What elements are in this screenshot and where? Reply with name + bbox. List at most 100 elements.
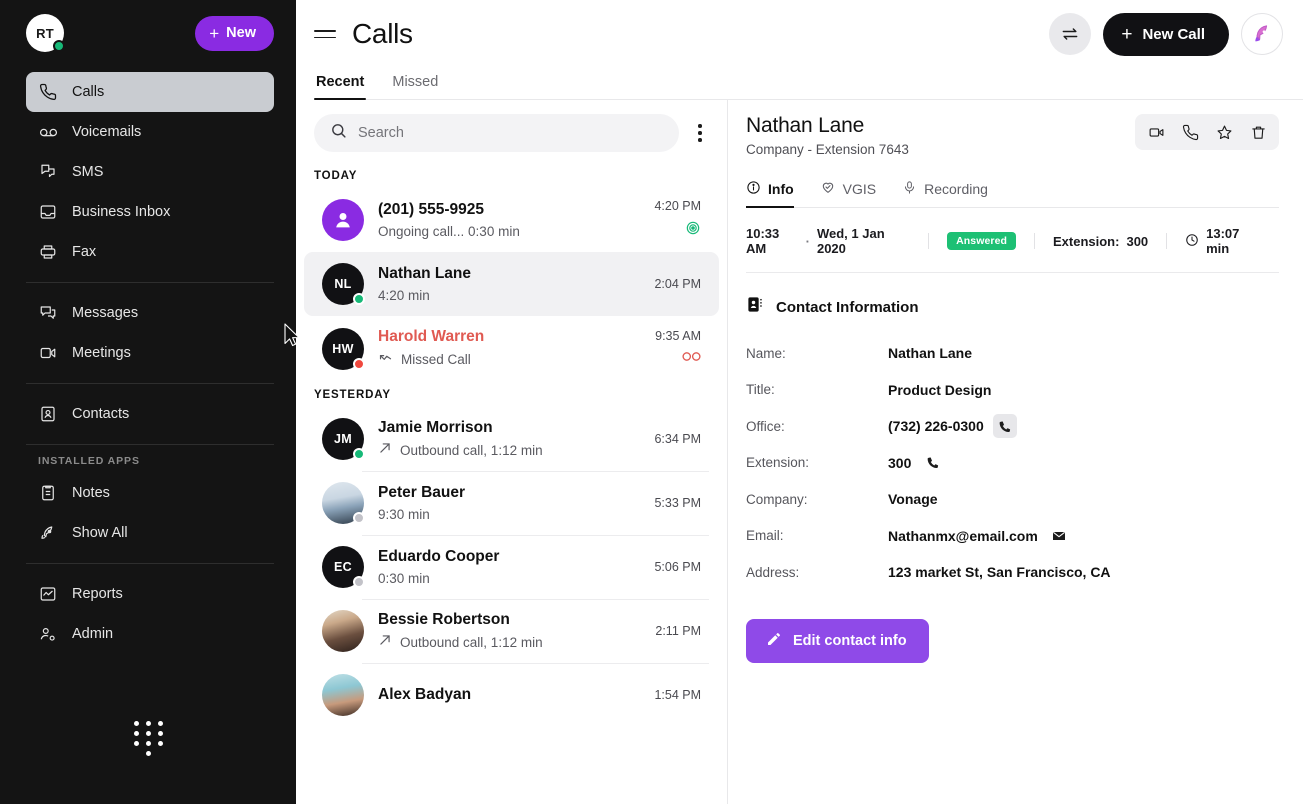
call-duration: 13:07 min	[1206, 226, 1240, 256]
section-title: Contact Information	[776, 298, 919, 316]
tab-recording[interactable]: Recording	[902, 179, 988, 208]
field-label: Office:	[746, 418, 785, 434]
more-options-icon[interactable]	[687, 118, 713, 148]
transfer-icon[interactable]	[1049, 13, 1092, 55]
call-time: 10:33 AM	[746, 226, 780, 256]
call-datetime: 10:33 AM · Wed, 1 Jan 2020	[746, 226, 928, 256]
contact-action-bar	[1135, 114, 1279, 150]
sidebar: RT + New Calls Voicemails SMS Business I…	[0, 0, 296, 804]
star-icon[interactable]	[1209, 119, 1239, 145]
call-sub-text: 9:30 min	[378, 506, 430, 522]
call-time: 9:35 AM	[655, 329, 701, 343]
field-value: 300	[888, 454, 912, 471]
list-item[interactable]: Bessie Robertson Outbound call, 1:12 min…	[304, 599, 719, 663]
sidebar-item-admin[interactable]: Admin	[26, 614, 274, 654]
installed-apps-label: INSTALLED APPS	[38, 455, 140, 467]
sidebar-item-calls[interactable]: Calls	[26, 72, 274, 112]
search-input[interactable]	[358, 125, 663, 141]
detail-header: Nathan Lane Company - Extension 7643	[746, 114, 1279, 157]
call-time: 4:20 PM	[654, 199, 701, 213]
new-button[interactable]: + New	[195, 15, 274, 51]
hamburger-menu-icon[interactable]	[314, 22, 338, 46]
edit-contact-info-button[interactable]: Edit contact info	[746, 618, 929, 663]
field-label: Company:	[746, 491, 808, 507]
tab-info[interactable]: Info	[746, 179, 794, 208]
sidebar-item-fax[interactable]: Fax	[26, 232, 274, 272]
sidebar-item-sms[interactable]: SMS	[26, 152, 274, 192]
sidebar-item-contacts[interactable]: Contacts	[26, 394, 274, 434]
tab-label: Recording	[924, 180, 988, 197]
contacts-icon	[38, 404, 58, 424]
list-item-meta: 2:04 PM	[654, 277, 701, 291]
trash-icon[interactable]	[1243, 119, 1273, 145]
list-item-meta: 2:11 PM	[655, 624, 701, 638]
call-name: Eduardo Cooper	[378, 547, 500, 565]
video-icon[interactable]	[1141, 119, 1171, 145]
mail-icon[interactable]	[1047, 524, 1071, 548]
tab-missed[interactable]: Missed	[390, 68, 440, 100]
contact-subtitle: Company - Extension 7643	[746, 142, 909, 157]
tab-vgis[interactable]: VGIS	[820, 179, 876, 208]
call-office-phone-icon[interactable]	[992, 414, 1017, 439]
tab-label: Info	[768, 180, 794, 197]
sidebar-item-meetings[interactable]: Meetings	[26, 333, 274, 373]
list-item[interactable]: EC Eduardo Cooper 0:30 min 5:06 PM	[304, 535, 719, 599]
list-item-meta: 5:33 PM	[654, 496, 701, 510]
call-sub-text: Missed Call	[401, 352, 471, 367]
meta-separator-dot: ·	[805, 233, 810, 249]
list-item[interactable]: NL Nathan Lane 4:20 min 2:04 PM	[304, 252, 719, 316]
avatar-photo	[322, 674, 364, 716]
list-item[interactable]: Peter Bauer 9:30 min 5:33 PM	[304, 471, 719, 535]
inbox-icon	[38, 202, 58, 222]
sidebar-item-reports[interactable]: Reports	[26, 574, 274, 614]
avatar[interactable]: RT	[26, 14, 65, 52]
call-subtitle: 0:30 min	[378, 570, 640, 588]
sidebar-item-label: Admin	[72, 626, 114, 642]
rocket-icon[interactable]	[1241, 13, 1283, 55]
call-subtitle: Missed Call	[378, 350, 641, 370]
avatar	[322, 674, 364, 716]
avatar-person-icon	[322, 199, 364, 241]
presence-indicator	[353, 293, 365, 305]
sidebar-divider-2	[26, 383, 274, 384]
field-company: Company: Vonage	[746, 481, 1279, 518]
list-item[interactable]: Alex Badyan 1:54 PM	[304, 663, 719, 727]
voicemail-icon[interactable]	[682, 350, 701, 368]
page-title: Calls	[352, 18, 413, 49]
tab-recent[interactable]: Recent	[314, 68, 367, 100]
sidebar-item-business-inbox[interactable]: Business Inbox	[26, 192, 274, 232]
call-extension-phone-icon[interactable]	[920, 451, 944, 475]
field-value: Product Design	[888, 381, 992, 398]
list-item[interactable]: (201) 555-9925 Ongoing call... 0:30 min …	[304, 188, 719, 252]
extension-value: 300	[1126, 233, 1149, 249]
call-list[interactable]: TODAY (201) 555-9925 Ongoing call... 0:3…	[296, 162, 727, 804]
sidebar-item-label: Contacts	[72, 406, 130, 422]
avatar: NL	[322, 263, 365, 305]
list-item[interactable]: HW Harold Warren Missed Call 9:35 AM	[304, 316, 719, 381]
outbound-call-icon	[378, 441, 392, 460]
field-value: Nathan Lane	[888, 345, 973, 362]
sidebar-item-messages[interactable]: Messages	[26, 293, 274, 333]
contact-card-icon	[746, 295, 765, 319]
dialpad-button[interactable]	[0, 721, 296, 756]
list-item-body: Peter Bauer 9:30 min	[378, 483, 640, 524]
new-call-button[interactable]: + New Call	[1103, 12, 1229, 56]
voicemail-icon	[38, 122, 58, 142]
phone-icon[interactable]	[1175, 119, 1205, 145]
calls-tabs: Recent Missed	[296, 68, 1303, 100]
sidebar-item-voicemails[interactable]: Voicemails	[26, 112, 274, 152]
list-item-body: (201) 555-9925 Ongoing call... 0:30 min	[378, 200, 640, 241]
status-badge: Answered	[947, 232, 1017, 250]
microphone-icon	[902, 180, 917, 198]
list-item[interactable]: JM Jamie Morrison Outbound call, 1:12 mi…	[304, 407, 719, 471]
main-area: Calls + New Call Recent Missed Search TO…	[296, 0, 1303, 804]
search-box[interactable]	[314, 114, 679, 152]
call-name: Alex Badyan	[378, 686, 472, 703]
field-email: Email: Nathanmx@email.com	[746, 518, 1279, 555]
avatar: HW	[322, 327, 365, 370]
sidebar-item-notes[interactable]: Notes	[26, 473, 274, 513]
fax-icon	[38, 242, 58, 262]
presence-indicator	[353, 357, 365, 370]
sidebar-item-show-all[interactable]: Show All	[26, 513, 274, 553]
field-address: Address: 123 market St, San Francisco, C…	[746, 554, 1279, 591]
